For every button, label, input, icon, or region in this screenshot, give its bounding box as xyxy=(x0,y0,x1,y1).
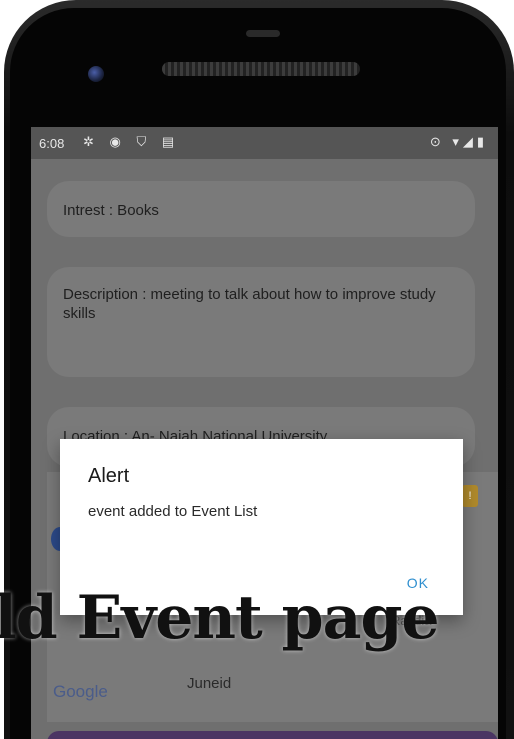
status-bar: 6:08 ✲ ◉ ⛉ ▤ ⊙ ▾◢▮ xyxy=(31,127,498,159)
google-logo: Google xyxy=(53,682,108,701)
interest-field[interactable]: Intrest : Books xyxy=(47,181,475,237)
phone-frame: 6:08 ✲ ◉ ⛉ ▤ ⊙ ▾◢▮ Intrest : Books Descr… xyxy=(0,0,514,739)
front-camera xyxy=(88,66,104,82)
map-place-label: Juneid xyxy=(187,675,232,692)
page-caption: ld Event page xyxy=(0,583,440,653)
status-system-icons: ⊙ ▾◢▮ xyxy=(429,134,488,149)
description-field[interactable]: Description : meeting to talk about how … xyxy=(47,267,475,377)
status-notification-icons: ✲ ◉ ⛉ ▤ xyxy=(83,134,181,149)
speaker-grille xyxy=(162,62,360,76)
earpiece xyxy=(246,30,280,37)
map-poi-icon: ! xyxy=(462,485,478,507)
interest-text: Intrest : Books xyxy=(63,202,159,219)
description-text: Description : meeting to talk about how … xyxy=(63,286,436,322)
dialog-message: event added to Event List xyxy=(88,503,258,520)
add-event-button[interactable] xyxy=(47,731,498,739)
status-time: 6:08 xyxy=(39,136,65,151)
dialog-title: Alert xyxy=(88,465,130,487)
